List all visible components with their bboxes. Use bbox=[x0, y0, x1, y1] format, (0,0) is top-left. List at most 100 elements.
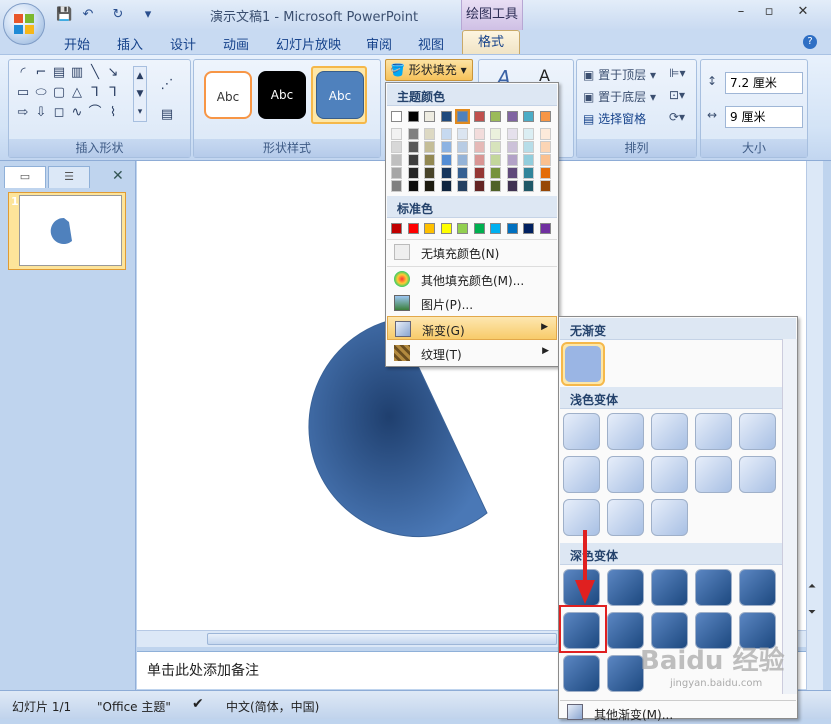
theme-color-swatch[interactable] bbox=[506, 111, 518, 122]
light-gradient-swatch[interactable] bbox=[607, 499, 644, 536]
dark-gradient-swatch[interactable] bbox=[739, 569, 776, 606]
theme-shade-swatch[interactable] bbox=[407, 141, 419, 153]
shape-curve-icon[interactable]: ∿ bbox=[69, 106, 85, 120]
shapes-more-icon[interactable]: ▲ ▼ ▾ bbox=[133, 66, 147, 122]
more-fill-colors-item[interactable]: 其他填充颜色(M)... bbox=[387, 266, 557, 290]
standard-color-swatch[interactable] bbox=[506, 223, 518, 234]
tab-view[interactable]: 视图 bbox=[418, 34, 444, 53]
dark-gradient-swatch[interactable] bbox=[651, 569, 688, 606]
next-slide-icon[interactable]: ⏷ bbox=[808, 607, 816, 618]
theme-color-swatch[interactable] bbox=[473, 111, 485, 122]
tab-slideshow[interactable]: 幻灯片放映 bbox=[276, 34, 341, 53]
theme-shade-swatch[interactable] bbox=[473, 154, 485, 166]
theme-shade-swatch[interactable] bbox=[473, 180, 485, 192]
theme-shade-swatch[interactable] bbox=[457, 141, 468, 153]
theme-shade-swatch[interactable] bbox=[440, 154, 452, 166]
theme-shade-swatch[interactable] bbox=[539, 167, 551, 179]
theme-shade-swatch[interactable] bbox=[424, 141, 435, 153]
standard-color-swatch[interactable] bbox=[391, 223, 402, 234]
theme-shade-swatch[interactable] bbox=[506, 128, 518, 140]
dark-gradient-swatch[interactable] bbox=[695, 569, 732, 606]
tab-home[interactable]: 开始 bbox=[64, 34, 90, 53]
office-button[interactable] bbox=[3, 3, 45, 45]
vertical-scrollbar[interactable]: ⏶ ⏷ bbox=[806, 161, 823, 696]
standard-color-swatch[interactable] bbox=[424, 223, 435, 234]
minimize-button[interactable]: – bbox=[728, 4, 754, 22]
theme-shade-swatch[interactable] bbox=[440, 141, 452, 153]
theme-color-swatch[interactable] bbox=[407, 111, 419, 122]
dark-gradient-swatch[interactable] bbox=[607, 612, 644, 649]
light-gradient-swatch[interactable] bbox=[607, 413, 644, 450]
theme-shade-swatch[interactable] bbox=[424, 154, 435, 166]
light-gradient-swatch[interactable] bbox=[695, 413, 732, 450]
theme-shade-swatch[interactable] bbox=[391, 128, 402, 140]
bring-to-front-button[interactable]: ▣ 置于顶层 ▾ bbox=[583, 66, 656, 83]
shape-freeform-icon[interactable]: ⌒ bbox=[87, 106, 103, 120]
restore-button[interactable]: ▫ bbox=[756, 4, 782, 22]
shape-callout-icon[interactable]: ◻ bbox=[51, 106, 67, 120]
selection-pane-button[interactable]: ▤ 选择窗格 bbox=[583, 110, 646, 127]
theme-shade-swatch[interactable] bbox=[473, 141, 485, 153]
shape-arc-icon[interactable]: ◜ bbox=[15, 66, 31, 80]
theme-shade-swatch[interactable] bbox=[490, 128, 501, 140]
theme-shade-swatch[interactable] bbox=[523, 141, 534, 153]
theme-shade-swatch[interactable] bbox=[506, 154, 518, 166]
tab-review[interactable]: 审阅 bbox=[366, 34, 392, 53]
close-pane-icon[interactable]: ✕ bbox=[112, 168, 124, 184]
light-gradient-swatch[interactable] bbox=[651, 456, 688, 493]
standard-color-swatch[interactable] bbox=[407, 223, 419, 234]
standard-color-swatch[interactable] bbox=[490, 223, 501, 234]
theme-shade-swatch[interactable] bbox=[539, 141, 551, 153]
shape-triangle-icon[interactable]: △ bbox=[69, 86, 85, 100]
theme-shade-swatch[interactable] bbox=[440, 167, 452, 179]
gradient-item[interactable]: 渐变(G) ▶ bbox=[387, 316, 557, 340]
theme-shade-swatch[interactable] bbox=[523, 180, 534, 192]
close-window-button[interactable]: ✕ bbox=[790, 4, 816, 22]
theme-shade-swatch[interactable] bbox=[539, 180, 551, 192]
shape-textbox-icon[interactable]: ▤ bbox=[51, 66, 67, 80]
theme-color-swatch[interactable] bbox=[391, 111, 402, 122]
theme-color-swatch[interactable] bbox=[424, 111, 435, 122]
theme-color-swatch[interactable] bbox=[539, 111, 551, 122]
theme-color-swatch[interactable] bbox=[490, 111, 501, 122]
help-icon[interactable]: ? bbox=[803, 35, 817, 49]
theme-color-swatch[interactable] bbox=[440, 111, 452, 122]
theme-shade-swatch[interactable] bbox=[457, 154, 468, 166]
theme-shade-swatch[interactable] bbox=[391, 141, 402, 153]
tab-animation[interactable]: 动画 bbox=[223, 34, 249, 53]
theme-shade-swatch[interactable] bbox=[424, 167, 435, 179]
shape-rectangle-icon[interactable]: ▭ bbox=[15, 86, 31, 100]
theme-shade-swatch[interactable] bbox=[457, 180, 468, 192]
theme-shade-swatch[interactable] bbox=[523, 167, 534, 179]
dark-gradient-swatch[interactable] bbox=[563, 655, 600, 692]
light-gradient-swatch[interactable] bbox=[607, 456, 644, 493]
shape-right-arrow-icon[interactable]: ⇨ bbox=[15, 106, 31, 120]
picture-fill-item[interactable]: 图片(P)... bbox=[387, 291, 557, 315]
width-input[interactable]: 9 厘米 bbox=[725, 106, 803, 128]
theme-shade-swatch[interactable] bbox=[440, 128, 452, 140]
theme-shade-swatch[interactable] bbox=[391, 154, 402, 166]
theme-shade-swatch[interactable] bbox=[506, 141, 518, 153]
tab-format[interactable]: 格式 bbox=[462, 30, 520, 55]
save-icon[interactable]: 💾 bbox=[56, 7, 72, 22]
theme-shade-swatch[interactable] bbox=[473, 167, 485, 179]
dark-gradient-swatch[interactable] bbox=[607, 655, 644, 692]
shape-vtextbox-icon[interactable]: ▥ bbox=[69, 66, 85, 80]
theme-shade-swatch[interactable] bbox=[407, 167, 419, 179]
shape-arrow-line-icon[interactable]: ↘ bbox=[105, 66, 121, 80]
rotate-icon[interactable]: ⟳▾ bbox=[669, 110, 685, 124]
texture-item[interactable]: 纹理(T) ▶ bbox=[387, 341, 557, 365]
edit-shape-icon[interactable]: ⋰ bbox=[159, 78, 175, 92]
shape-scribble-icon[interactable]: ⌇ bbox=[105, 106, 121, 120]
qat-customize-icon[interactable]: ▾ bbox=[140, 7, 156, 22]
hscroll-thumb[interactable] bbox=[207, 633, 557, 645]
textbox-insert-icon[interactable]: ▤ bbox=[159, 108, 175, 122]
light-gradient-swatch[interactable] bbox=[563, 456, 600, 493]
redo-icon[interactable]: ↻ bbox=[110, 7, 126, 22]
dark-gradient-swatch[interactable] bbox=[607, 569, 644, 606]
shape-elbow-arrow-icon[interactable]: ⅂ bbox=[105, 86, 121, 100]
theme-shade-swatch[interactable] bbox=[407, 128, 419, 140]
style-sample-orange[interactable]: Abc bbox=[204, 71, 252, 119]
theme-shade-swatch[interactable] bbox=[539, 154, 551, 166]
standard-color-swatch[interactable] bbox=[539, 223, 551, 234]
